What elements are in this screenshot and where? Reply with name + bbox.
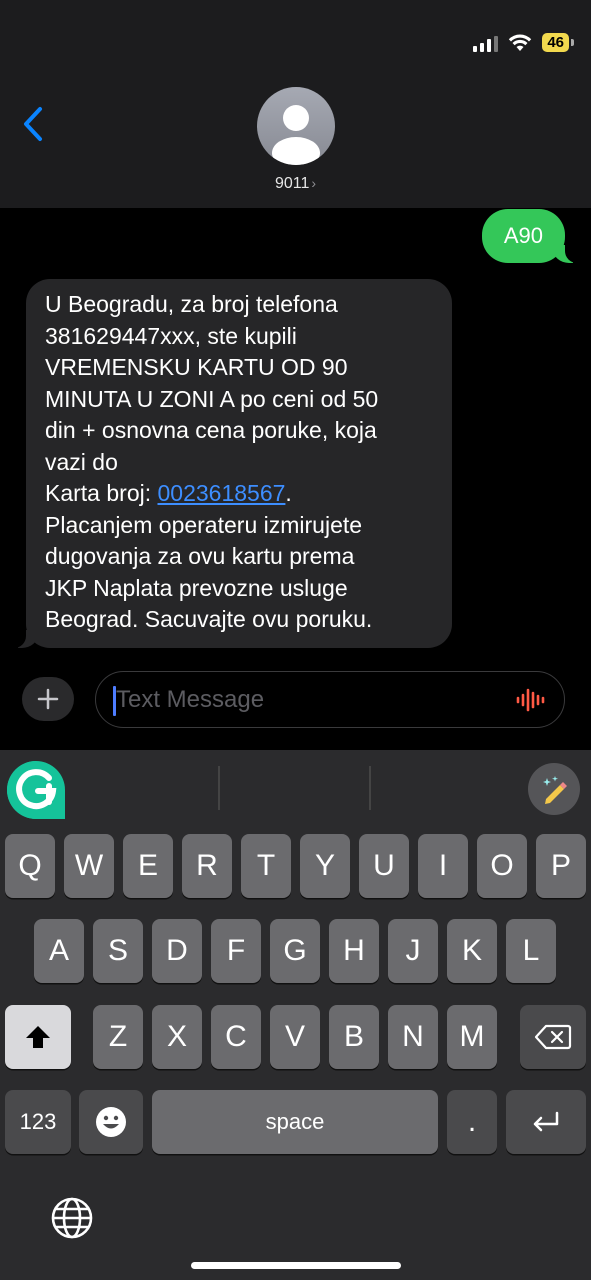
delete-backward-icon (534, 1024, 572, 1050)
key-c[interactable]: C (211, 1005, 261, 1069)
key-y[interactable]: Y (300, 834, 350, 898)
waveform-icon[interactable] (516, 688, 546, 712)
conversation-header: 46 9011 › (0, 0, 591, 208)
return-icon (533, 1111, 559, 1132)
key-q[interactable]: Q (5, 834, 55, 898)
contact-avatar[interactable] (257, 87, 335, 165)
key-u[interactable]: U (359, 834, 409, 898)
status-icons: 46 (473, 33, 574, 52)
numbers-key[interactable]: 123 (5, 1090, 71, 1154)
key-f[interactable]: F (211, 919, 261, 983)
home-indicator[interactable] (191, 1262, 401, 1269)
globe-icon[interactable] (50, 1196, 94, 1240)
incoming-message-text: U Beogradu, za broj telefona 381629447xx… (45, 291, 379, 506)
key-d[interactable]: D (152, 919, 202, 983)
status-bar: 46 (0, 0, 591, 80)
key-l[interactable]: L (506, 919, 556, 983)
shift-icon (26, 1026, 50, 1048)
key-p[interactable]: P (536, 834, 586, 898)
incoming-message-bubble[interactable]: U Beogradu, za broj telefona 381629447xx… (8, 279, 452, 648)
delete-key[interactable] (520, 1005, 586, 1069)
emoji-icon (96, 1107, 126, 1137)
outgoing-message-text: A90 (503, 223, 543, 248)
suggestion-divider (369, 766, 371, 810)
key-i[interactable]: I (418, 834, 468, 898)
chevron-right-icon: › (311, 175, 317, 191)
person-silhouette-icon (272, 105, 320, 165)
key-b[interactable]: B (329, 1005, 379, 1069)
key-z[interactable]: Z (93, 1005, 143, 1069)
battery-icon: 46 (542, 33, 574, 52)
key-e[interactable]: E (123, 834, 173, 898)
space-key[interactable]: space (152, 1090, 438, 1154)
key-o[interactable]: O (477, 834, 527, 898)
shift-key[interactable] (5, 1005, 71, 1069)
ticket-number-link[interactable]: 0023618567 (158, 480, 286, 506)
message-input[interactable]: Text Message (95, 671, 565, 728)
outgoing-message-bubble[interactable]: A90 (481, 209, 584, 263)
cellular-signal-icon (473, 34, 499, 52)
emoji-key[interactable] (79, 1090, 143, 1154)
period-key[interactable]: . (447, 1090, 497, 1154)
back-button[interactable] (22, 100, 52, 148)
grammarly-logo-icon[interactable] (4, 758, 68, 822)
key-g[interactable]: G (270, 919, 320, 983)
key-v[interactable]: V (270, 1005, 320, 1069)
key-h[interactable]: H (329, 919, 379, 983)
key-n[interactable]: N (388, 1005, 438, 1069)
key-s[interactable]: S (93, 919, 143, 983)
magic-pen-icon (543, 776, 567, 804)
chevron-left-icon (24, 107, 42, 141)
key-x[interactable]: X (152, 1005, 202, 1069)
suggestion-divider (218, 766, 220, 810)
key-j[interactable]: J (388, 919, 438, 983)
key-w[interactable]: W (64, 834, 114, 898)
plus-icon (37, 688, 59, 710)
contact-name-button[interactable]: 9011 › (0, 175, 591, 193)
magic-pen-button[interactable] (528, 763, 580, 815)
key-m[interactable]: M (447, 1005, 497, 1069)
return-key[interactable] (506, 1090, 586, 1154)
key-k[interactable]: K (447, 919, 497, 983)
apps-plus-button[interactable] (22, 677, 74, 721)
key-r[interactable]: R (182, 834, 232, 898)
message-input-placeholder: Text Message (116, 686, 265, 713)
contact-name: 9011 (274, 175, 310, 192)
key-a[interactable]: A (34, 919, 84, 983)
key-t[interactable]: T (241, 834, 291, 898)
wifi-icon (509, 34, 532, 51)
